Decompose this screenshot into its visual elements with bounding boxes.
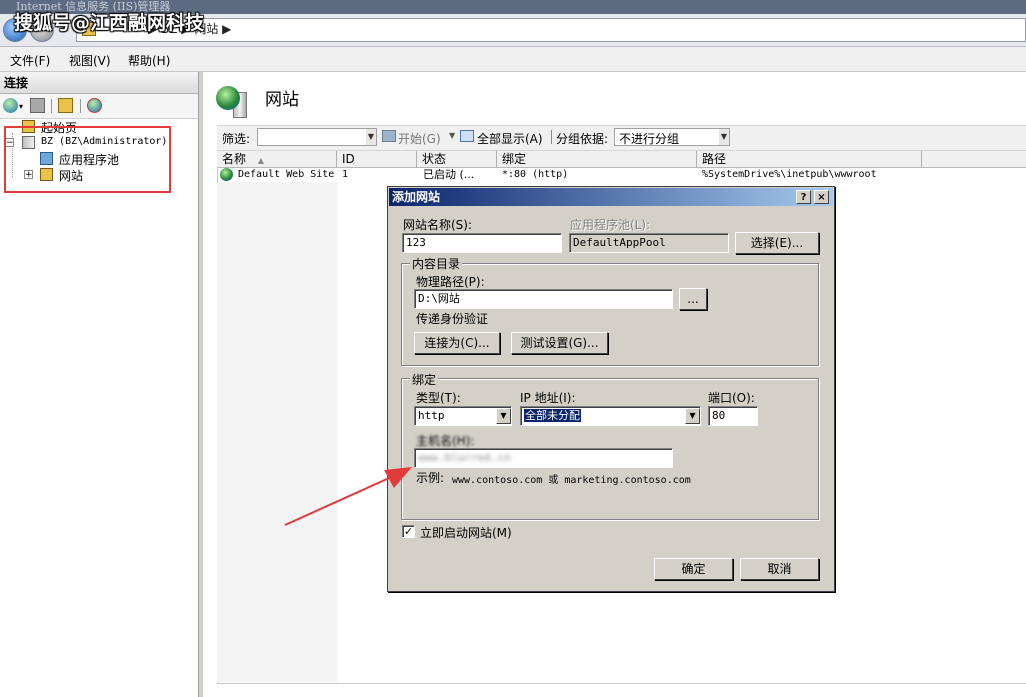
content-directory-label: 内容目录 [410, 255, 463, 272]
column-header-name-label: 名称 [222, 152, 247, 166]
hostname-field[interactable]: www.blurred.cn [414, 448, 673, 468]
disconnect-icon[interactable] [87, 98, 102, 113]
column-header-status[interactable]: 状态 [417, 151, 497, 167]
sort-ascending-icon: ▲ [257, 156, 264, 165]
site-name-field[interactable]: 123 [402, 233, 562, 253]
dialog-title-bar[interactable]: 添加网站 [389, 188, 833, 206]
physical-path-field[interactable]: D:\网站 [414, 289, 673, 309]
port-field[interactable]: 80 [708, 406, 758, 426]
chevron-down-icon[interactable]: ▼ [366, 129, 376, 145]
port-label: 端口(O): [708, 391, 755, 405]
dropdown-arrow-icon[interactable]: ▾ [19, 102, 23, 111]
save-icon[interactable] [30, 98, 45, 113]
help-button[interactable]: ? [796, 190, 811, 204]
ip-address-select[interactable]: 全部未分配 [520, 406, 701, 426]
connect-as-button[interactable]: 连接为(C)... [414, 332, 500, 354]
sites-globe-icon [216, 86, 240, 110]
row-path: %SystemDrive%\inetpub\wwwroot [702, 169, 877, 180]
chevron-down-icon[interactable]: ▼ [449, 131, 455, 140]
name-column-shade [217, 182, 337, 682]
group-by-select[interactable]: 不进行分组 [614, 128, 730, 146]
column-header-path[interactable]: 路径 [697, 151, 922, 167]
column-header-binding[interactable]: 绑定 [497, 151, 697, 167]
example-text: www.contoso.com 或 marketing.contoso.com [452, 475, 691, 486]
browse-button[interactable]: ... [679, 288, 707, 310]
row-id: 1 [342, 169, 349, 180]
website-globe-icon [220, 168, 233, 181]
annotation-arrow-icon [284, 467, 412, 526]
filter-input[interactable] [257, 128, 377, 146]
connect-globe-icon[interactable] [3, 98, 18, 113]
group-by-label: 分组依据: [556, 132, 609, 146]
ip-address-label: IP 地址(I): [520, 391, 576, 405]
hostname-label: 主机名(H): [416, 434, 475, 448]
close-icon[interactable]: × [814, 190, 829, 204]
binding-group-label: 绑定 [410, 371, 439, 388]
menu-view[interactable]: 视图(V) [69, 52, 111, 69]
annotation-highlight-box [4, 126, 171, 193]
toolbar-separator [551, 130, 552, 144]
type-label: 类型(T): [416, 391, 461, 405]
row-name[interactable]: Default Web Site [238, 168, 334, 182]
menu-help[interactable]: 帮助(H) [128, 52, 170, 69]
select-app-pool-button[interactable]: 选择(E)... [735, 232, 819, 254]
group-by-value: 不进行分组 [619, 132, 680, 146]
chevron-down-icon[interactable]: ▼ [496, 408, 511, 424]
start-now-label: 立即启动网站(M) [420, 526, 512, 540]
chevron-down-icon[interactable]: ▼ [719, 129, 729, 145]
toolbar-separator [80, 99, 81, 113]
ip-address-value: 全部未分配 [524, 409, 581, 422]
cancel-button[interactable]: 取消 [740, 558, 819, 580]
ok-button[interactable]: 确定 [654, 558, 733, 580]
row-binding: *:80 (http) [502, 169, 569, 180]
start-filter-button[interactable]: 开始(G) [398, 130, 441, 147]
test-settings-button[interactable]: 测试设置(G)... [511, 332, 608, 354]
example-label: 示例: [416, 471, 445, 485]
binoculars-icon [382, 130, 396, 142]
show-all-button[interactable]: 全部显示(A) [477, 130, 543, 147]
toolbar-separator [51, 99, 52, 113]
page-title: 网站 [265, 90, 299, 110]
dialog-title: 添加网站 [392, 190, 441, 204]
watermark: 搜狐号@江西融网科技 [14, 12, 205, 34]
up-folder-icon[interactable] [58, 98, 73, 113]
chevron-down-icon[interactable]: ▼ [685, 408, 700, 424]
app-pool-label: 应用程序池(L): [570, 218, 651, 232]
row-status: 已启动 (... [423, 168, 475, 181]
column-header-id[interactable]: ID [337, 151, 417, 167]
site-name-label: 网站名称(S): [403, 218, 473, 232]
pass-through-auth-label: 传递身份验证 [416, 312, 489, 326]
menu-file[interactable]: 文件(F) [10, 52, 50, 69]
filter-label: 筛选: [222, 132, 251, 146]
hostname-value: www.blurred.cn [418, 451, 511, 464]
show-all-icon [460, 130, 474, 142]
column-header-name[interactable]: 名称 ▲ [217, 151, 337, 167]
app-pool-field: DefaultAppPool [569, 233, 729, 253]
physical-path-label: 物理路径(P): [416, 275, 485, 289]
connections-header: 连接 [0, 72, 198, 94]
